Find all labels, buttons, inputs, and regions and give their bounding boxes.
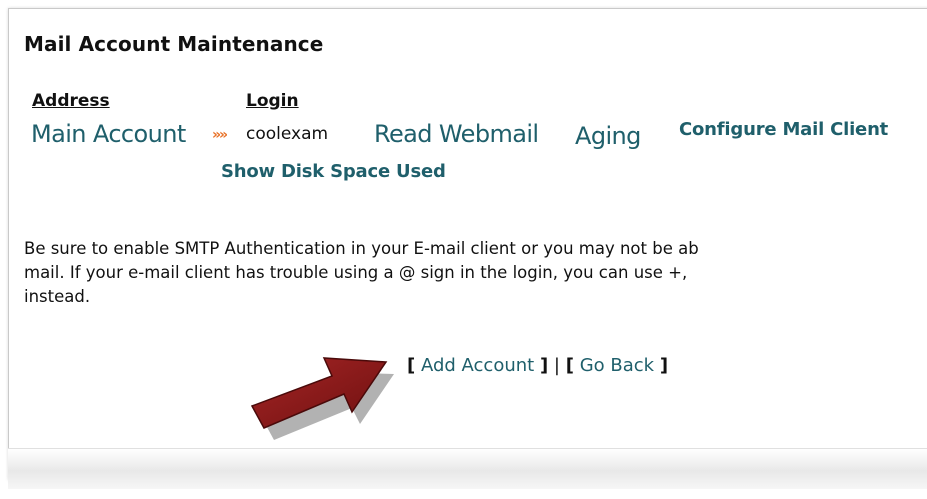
add-account-link[interactable]: Add Account — [421, 355, 534, 376]
column-header-address: Address — [32, 91, 110, 111]
separator: | — [553, 355, 560, 376]
notice-line-3: instead. — [24, 287, 91, 306]
red-arrow-pointer-icon — [250, 357, 394, 440]
login-value: coolexam — [246, 124, 329, 144]
open-bracket: [ — [407, 355, 416, 376]
page-title: Mail Account Maintenance — [24, 32, 324, 56]
go-back-link[interactable]: Go Back — [580, 355, 654, 376]
main-account-link[interactable]: Main Account — [31, 120, 186, 148]
column-header-login: Login — [246, 91, 299, 111]
show-disk-space-link[interactable]: Show Disk Space Used — [221, 161, 446, 182]
close-bracket: ] — [659, 355, 669, 376]
double-chevron-icon: »» — [212, 127, 228, 143]
configure-mail-client-link[interactable]: Configure Mail Client — [679, 119, 888, 140]
footer-bar — [8, 448, 927, 489]
action-links: [ Add Account ] | [ Go Back ] — [407, 355, 668, 376]
read-webmail-link[interactable]: Read Webmail — [374, 120, 539, 148]
close-bracket: ] — [539, 355, 549, 376]
open-bracket: [ — [565, 355, 574, 376]
notice-line-1: Be sure to enable SMTP Authentication in… — [24, 239, 699, 258]
aging-link[interactable]: Aging — [575, 122, 641, 150]
notice-line-2: mail. If your e-mail client has trouble … — [24, 263, 688, 282]
smtp-notice: Be sure to enable SMTP Authentication in… — [24, 237, 927, 309]
